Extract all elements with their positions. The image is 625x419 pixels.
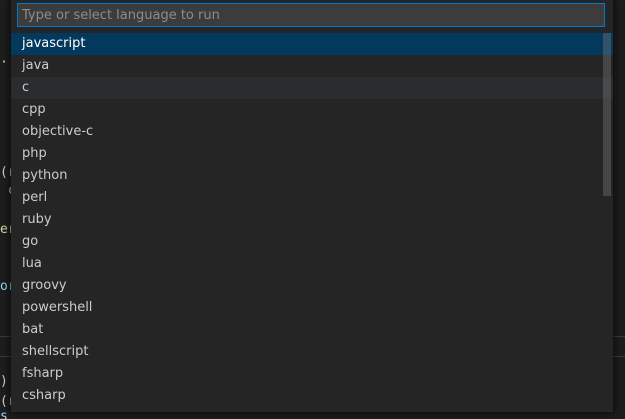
list-scrollbar-thumb[interactable]	[603, 33, 611, 196]
language-option-objective-c[interactable]: objective-c	[11, 121, 613, 143]
language-option-shellscript[interactable]: shellscript	[11, 341, 613, 363]
language-option-csharp[interactable]: csharp	[11, 385, 613, 407]
language-option-groovy[interactable]: groovy	[11, 275, 613, 297]
language-option-lua[interactable]: lua	[11, 253, 613, 275]
language-option-python[interactable]: python	[11, 165, 613, 187]
language-option-cpp[interactable]: cpp	[11, 99, 613, 121]
language-option-fsharp[interactable]: fsharp	[11, 363, 613, 385]
code-fragment: s	[0, 409, 8, 419]
language-search-input[interactable]	[18, 4, 604, 27]
language-option-powershell[interactable]: powershell	[11, 297, 613, 319]
code-fragment: )	[0, 374, 8, 389]
language-option-javascript[interactable]: javascript	[11, 33, 613, 55]
language-option-c[interactable]: c	[11, 77, 613, 99]
language-option-php[interactable]: php	[11, 143, 613, 165]
code-fragment: ·	[0, 55, 8, 70]
language-option-go[interactable]: go	[11, 231, 613, 253]
language-option-java[interactable]: java	[11, 55, 613, 77]
language-quick-pick: javascriptjavaccppobjective-cphppythonpe…	[11, 0, 613, 412]
language-option-perl[interactable]: perl	[11, 187, 613, 209]
language-option-ruby[interactable]: ruby	[11, 209, 613, 231]
quick-pick-input-box[interactable]	[17, 3, 605, 27]
language-option-bat[interactable]: bat	[11, 319, 613, 341]
editor-window: · (r c er or ) (r s javascriptjavaccppob…	[0, 0, 625, 419]
language-list: javascript java c cpp objective-c php python pe…	[11, 33, 613, 412]
